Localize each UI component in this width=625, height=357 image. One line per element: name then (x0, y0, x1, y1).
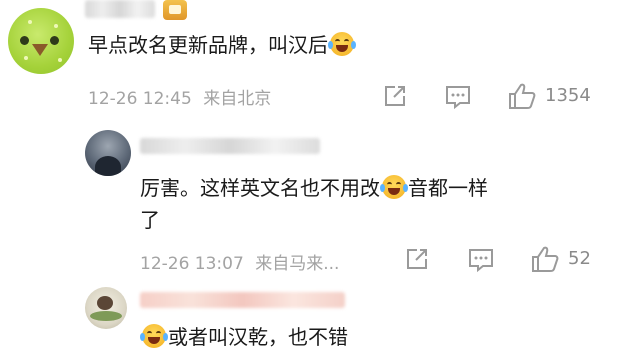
comment-icon[interactable] (467, 247, 495, 273)
like-count: 1354 (545, 85, 591, 106)
comment-text-content: 音都一样 (408, 176, 488, 200)
thumbs-up-icon[interactable] (507, 82, 537, 110)
avatar[interactable] (8, 8, 74, 74)
username[interactable] (85, 0, 155, 18)
comment-text-content: 早点改名更新品牌，叫汉后 (88, 33, 328, 57)
username[interactable] (140, 138, 320, 154)
share-icon[interactable] (382, 83, 408, 109)
member-badge-icon (163, 0, 187, 20)
comment-text-content: 了 (140, 208, 160, 232)
like-count: 52 (568, 248, 591, 269)
share-icon[interactable] (404, 246, 430, 272)
avatar[interactable] (85, 130, 131, 176)
comment-text: 或者叫汉乾，也不错 (140, 322, 348, 352)
comment-text: 早点改名更新品牌，叫汉后 (88, 30, 356, 60)
location: 来自北京 (203, 89, 272, 109)
comment-icon[interactable] (444, 84, 472, 110)
timestamp: 12-26 12:45 (88, 89, 192, 109)
thumbs-up-icon[interactable] (530, 245, 560, 273)
timestamp: 12-26 13:07 (140, 254, 244, 274)
location: 来自马来... (255, 254, 340, 274)
laughing-tears-emoji-icon (140, 324, 168, 348)
laughing-tears-emoji-icon (380, 175, 408, 199)
username[interactable] (140, 292, 345, 308)
comment-text: 厉害。这样英文名也不用改 音都一样 了 (140, 172, 570, 236)
laughing-tears-emoji-icon (328, 32, 356, 56)
comment-meta: 12-26 12:45 来自北京 (88, 84, 271, 109)
comment-meta: 12-26 13:07 来自马来... (140, 249, 339, 274)
comment-text-content: 厉害。这样英文名也不用改 (140, 176, 380, 200)
avatar[interactable] (85, 287, 127, 329)
comment-text-content: 或者叫汉乾，也不错 (168, 325, 348, 349)
